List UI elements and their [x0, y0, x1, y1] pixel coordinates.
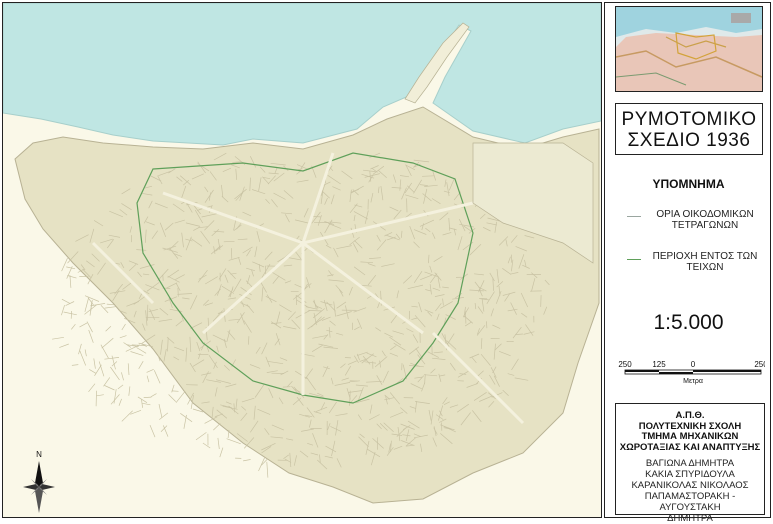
scale-bar: 250 125 0 250 Μετρα — [615, 358, 765, 388]
inset-map-graphic — [616, 7, 762, 91]
map-title-line1: ΡΥΜΟΤΟΜΙΚΟ — [616, 109, 762, 130]
legend-panel: ΡΥΜΟΤΟΜΙΚΟ ΣΧΕΔΙΟ 1936 ΥΠΟΜΝΗΜΑ ΟΡΙΑ ΟΙΚ… — [604, 2, 771, 518]
legend-swatch-within-walls — [627, 259, 641, 260]
author-line-2: ΚΑΚΙΑ ΣΠΥΡΙΔΟΥΛΑ — [616, 469, 764, 480]
author-line-4: ΠΑΠΑΜΑΣΤΟΡΑΚΗ - ΑΥΓΟΥΣΤΑΚΗ — [616, 491, 764, 513]
map-frame: N — [2, 2, 602, 518]
legend-swatch-block-boundaries — [627, 216, 641, 217]
legend-label-block-boundaries: ΟΡΙΑ ΟΙΚΟΔΟΜΙΚΩΝ ΤΕΤΡΑΓΩΝΩΝ — [645, 209, 765, 231]
scalebar-label-125: 125 — [652, 360, 666, 369]
overview-inset-map — [615, 6, 763, 92]
map-title-box: ΡΥΜΟΤΟΜΙΚΟ ΣΧΕΔΙΟ 1936 — [615, 103, 763, 155]
scalebar-label-250-left: 250 — [618, 360, 632, 369]
author-line-1: ΒΑΓΙΩΝΑ ΔΗΜΗΤΡΑ — [616, 458, 764, 469]
author-line-5: ΔΗΜΗΤΡΑ — [616, 513, 764, 524]
legend-label-within-walls: ΠΕΡΙΟΧΗ ΕΝΤΟΣ ΤΩΝ ΤΕΙΧΩΝ — [645, 251, 765, 273]
author-line-3: ΚΑΡΑΝΙΚΟΛΑΣ ΝΙΚΟΛΑΟΣ — [616, 480, 764, 491]
scalebar-label-0: 0 — [691, 360, 696, 369]
north-label: N — [36, 450, 42, 459]
sea — [3, 3, 601, 145]
scalebar-unit: Μετρα — [683, 378, 703, 385]
institution-line-3: ΤΜΗΜΑ ΜΗΧΑΝΙΚΩΝ — [616, 432, 764, 443]
scalebar-label-250-right: 250 — [754, 360, 765, 369]
map-scale: 1:5.000 — [605, 311, 772, 335]
legend-heading: ΥΠΟΜΝΗΜΑ — [605, 177, 772, 191]
compass-rose-icon: N — [23, 450, 55, 513]
institution-line-1: Α.Π.Θ. — [616, 411, 764, 422]
credits-box: Α.Π.Θ. ΠΟΛΥΤΕΧΝΙΚΗ ΣΧΟΛΗ ΤΜΗΜΑ ΜΗΧΑΝΙΚΩΝ… — [615, 403, 765, 515]
map-title-line2: ΣΧΕΔΙΟ 1936 — [616, 130, 762, 151]
city-map: N — [3, 3, 601, 517]
institution-line-4: ΧΩΡΟΤΑΞΙΑΣ ΚΑΙ ΑΝΑΠΤΥΞΗΣ — [616, 443, 764, 454]
authors-list: ΒΑΓΙΩΝΑ ΔΗΜΗΤΡΑ ΚΑΚΙΑ ΣΠΥΡΙΔΟΥΛΑ ΚΑΡΑΝΙΚ… — [616, 458, 764, 524]
